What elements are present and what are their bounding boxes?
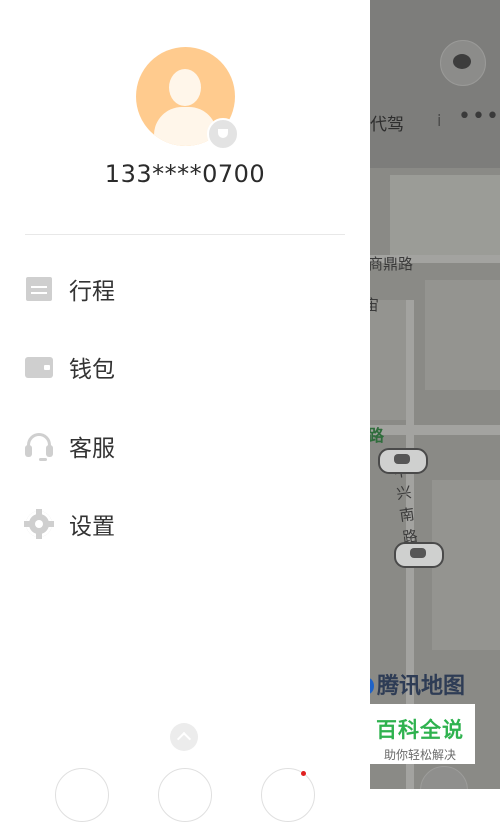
map-road: [370, 425, 500, 435]
menu-item-trips[interactable]: 行程: [24, 269, 344, 309]
map-top-bar: 代驾 i •••: [370, 0, 500, 168]
side-drawer: 133****0700 行程 钱包 客服 设置: [0, 0, 370, 822]
menu-item-label: 行程: [69, 279, 115, 305]
car-icon: [378, 448, 428, 474]
menu-item-label: 钱包: [69, 357, 115, 383]
divider: [25, 234, 345, 235]
watermark: 百科全说 助你轻松解决: [365, 704, 475, 764]
car-icon: [394, 542, 444, 568]
headset-icon: [24, 431, 54, 461]
watermark-subtitle: 助你轻松解决: [383, 748, 456, 762]
bottom-button-3[interactable]: [261, 768, 315, 822]
avatar-badge-icon: [207, 118, 239, 150]
menu-item-label: 客服: [69, 436, 115, 462]
avatar-head: [169, 69, 201, 106]
street-label: 路: [370, 426, 385, 445]
menu-item-settings[interactable]: 设置: [24, 504, 344, 544]
map-bottom-button[interactable]: [420, 766, 468, 789]
map-view[interactable]: 代驾 i ••• 商鼎路 宙 路 中兴南路 腾讯地图: [370, 0, 500, 789]
map-block: [432, 480, 500, 650]
calendar-icon: [24, 274, 54, 304]
bottom-button-1[interactable]: [55, 768, 109, 822]
menu-item-wallet[interactable]: 钱包: [24, 347, 344, 387]
wallet-icon: [24, 352, 54, 382]
menu-item-label: 设置: [69, 514, 115, 540]
menu-item-support[interactable]: 客服: [24, 426, 344, 466]
map-block: [425, 280, 500, 390]
street-label: 商鼎路: [370, 255, 414, 273]
more-icon[interactable]: •••: [458, 104, 500, 129]
street-label: 宙: [370, 296, 380, 314]
notification-dot: [301, 771, 306, 776]
message-icon[interactable]: [440, 40, 486, 86]
watermark-title: 百科全说: [376, 718, 464, 742]
map-brand-logo: 腾讯地图: [370, 668, 465, 700]
service-tab-daijia[interactable]: 代驾: [370, 110, 404, 135]
bottom-button-2[interactable]: [158, 768, 212, 822]
gear-icon: [24, 509, 54, 539]
map-block: [370, 300, 406, 420]
chevron-up-icon[interactable]: [170, 723, 198, 751]
user-phone: 133****0700: [104, 160, 266, 188]
info-icon[interactable]: i: [437, 111, 441, 130]
map-block: [390, 175, 500, 255]
